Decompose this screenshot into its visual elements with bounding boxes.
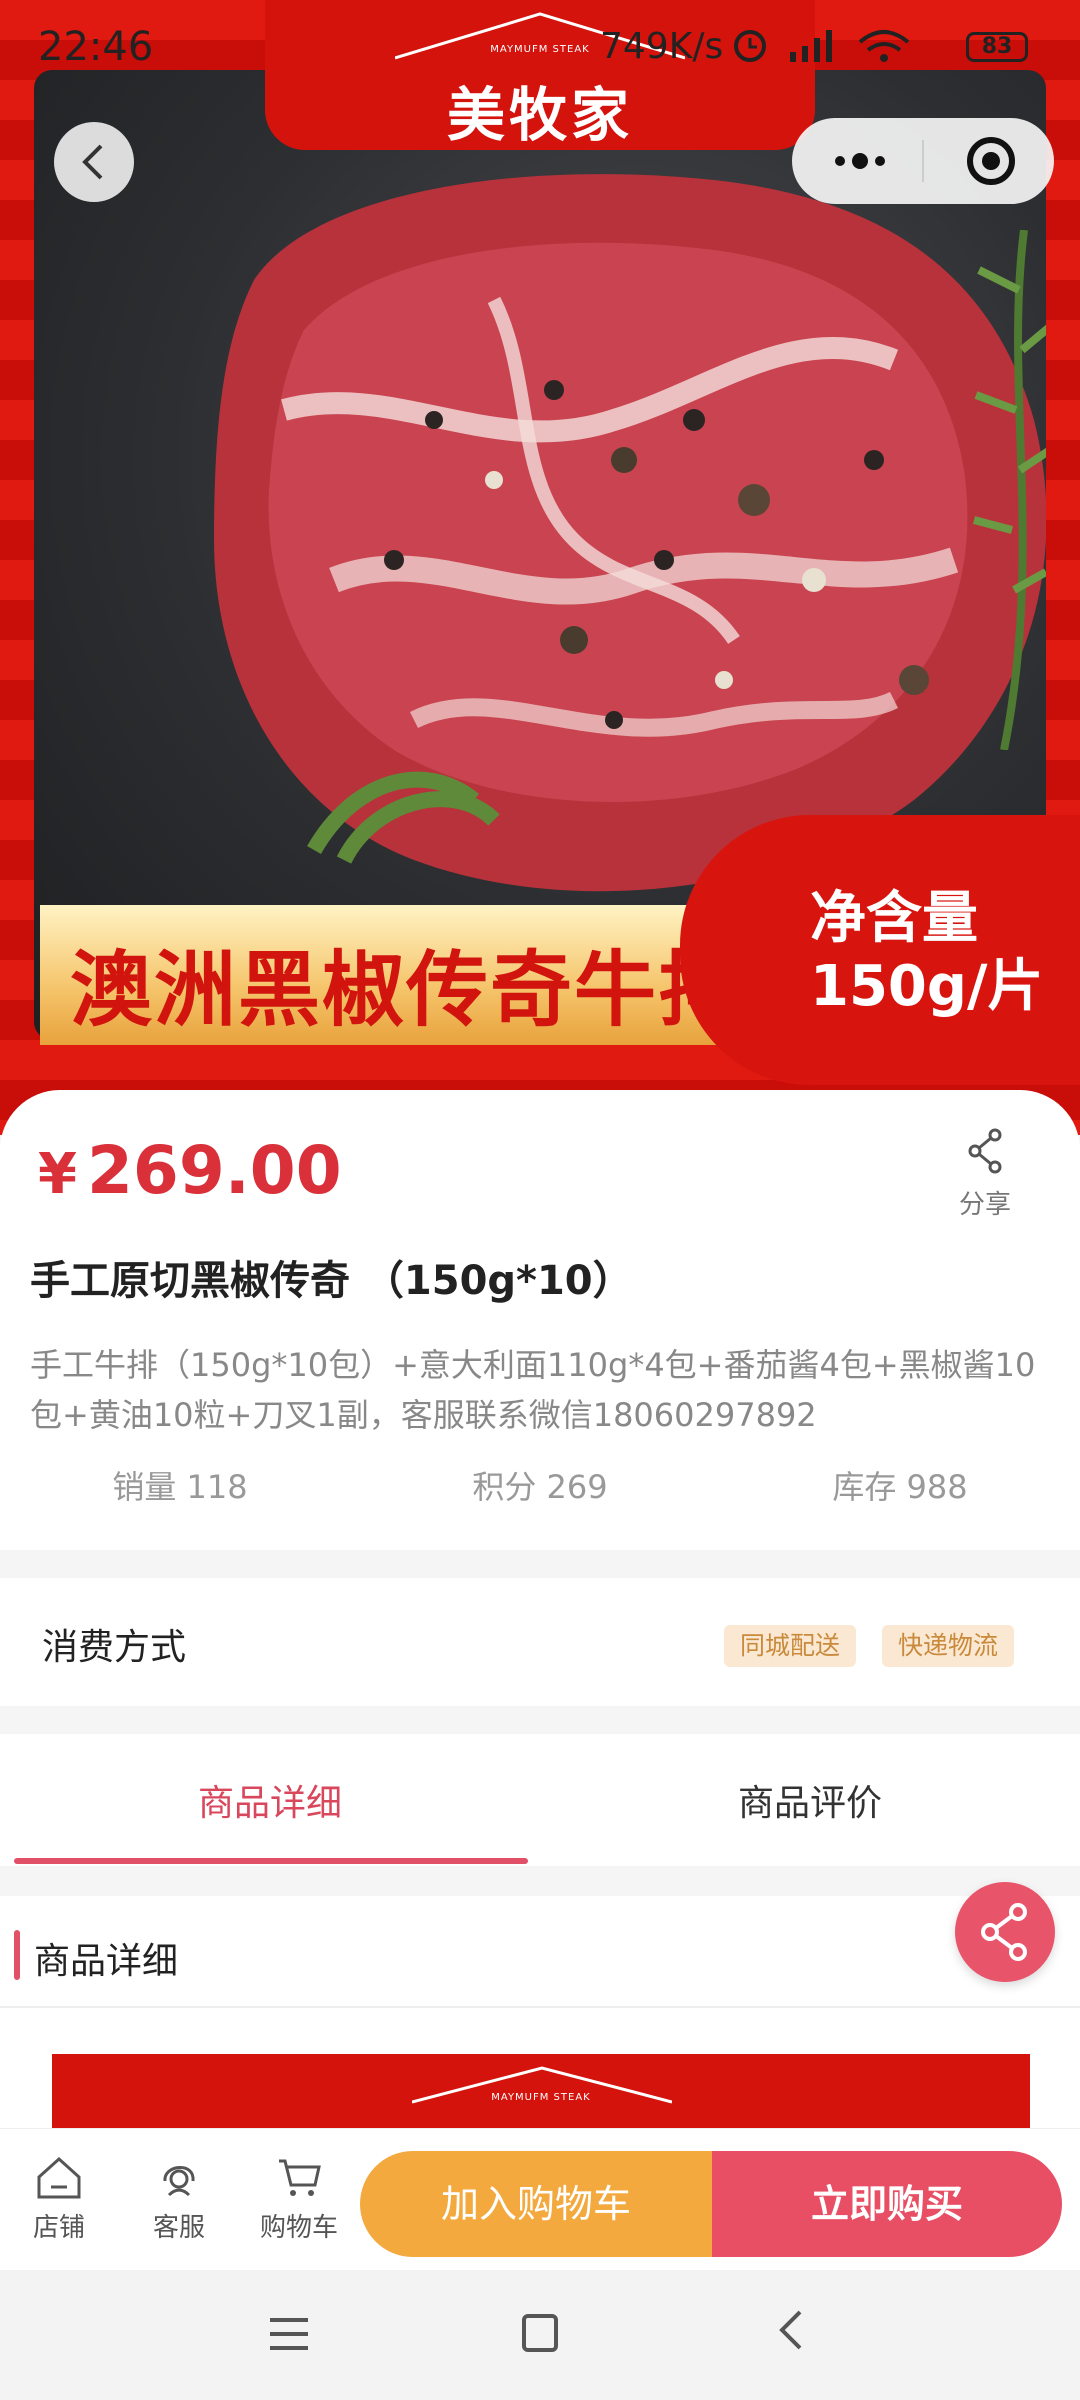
system-back-button[interactable]	[776, 2306, 806, 2366]
active-tab-indicator	[14, 1858, 528, 1864]
service-label: 客服	[152, 2213, 205, 2243]
consumption-method[interactable]: 消费方式 同城配送 快递物流	[0, 1578, 1080, 1706]
floating-share-button[interactable]	[955, 1882, 1055, 1982]
stock-count: 库存 988	[832, 1468, 968, 1506]
detail-image: MAYMUFM STEAK	[52, 2054, 1030, 2134]
banner-title: 澳洲黑椒传奇牛排	[70, 943, 743, 1038]
more-options-button[interactable]	[830, 136, 890, 196]
recent-apps-button[interactable]	[270, 2318, 308, 2350]
product-stats: 销量 118 积分 269 库存 988	[0, 1462, 1080, 1508]
cart-label: 购物车	[259, 2213, 338, 2243]
customer-service-button[interactable]: 客服	[134, 2155, 224, 2244]
store-icon	[37, 2156, 81, 2199]
product-description: 手工牛排（150g*10包）+意大利面110g*4包+番茄酱4包+黑椒酱10包+…	[30, 1346, 1036, 1434]
banner-ribbon: 澳洲黑椒传奇牛排	[40, 905, 740, 1045]
bottom-action-bar: 店铺 客服 购物车 加入购物车 立即购买	[0, 2128, 1080, 2270]
share-icon	[981, 1903, 1027, 1961]
detail-section-header: 商品详细	[0, 1896, 1080, 2008]
product-title: 手工原切黑椒传奇 （150g*10）	[30, 1258, 633, 1304]
tag-local-delivery: 同城配送	[724, 1625, 857, 1667]
system-navigation-bar	[0, 2270, 1080, 2400]
net-content-badge: 净含量 150g/片	[680, 815, 1080, 1085]
close-mini-program-button[interactable]	[967, 137, 1015, 185]
cart-icon	[279, 2159, 321, 2196]
network-speed: 749K/s	[600, 26, 724, 67]
rosemary-illustration	[972, 230, 1046, 750]
back-button[interactable]	[54, 122, 134, 202]
mini-program-capsule	[792, 118, 1054, 204]
net-content-label: 净含量	[810, 886, 978, 951]
product-page: 澳洲黑椒传奇牛排 净含量 150g/片 MAYMUFM STEAK 美牧家 22…	[0, 0, 1080, 2400]
buy-now-button[interactable]: 立即购买	[712, 2151, 1062, 2257]
home-button[interactable]	[522, 2314, 558, 2352]
share-icon	[968, 1128, 1002, 1174]
share-button[interactable]: 分享	[950, 1128, 1020, 1221]
status-bar: 22:46 749K/s 83	[0, 0, 1080, 95]
section-accent-bar	[14, 1930, 20, 1980]
price-value: 269.00	[86, 1132, 342, 1209]
price: ¥269.00	[38, 1132, 342, 1209]
more-dots-icon	[835, 153, 885, 169]
signal-wifi-alarm-icon	[734, 30, 910, 62]
steak-illustration	[214, 174, 1046, 892]
tab-reviews[interactable]: 商品评价	[540, 1774, 1080, 1826]
tag-express-shipping: 快递物流	[882, 1625, 1015, 1667]
status-icons	[730, 26, 970, 75]
net-content-value: 150g/片	[810, 954, 1044, 1019]
chevron-left-icon	[82, 144, 103, 180]
capsule-divider	[922, 140, 924, 182]
product-info-card: ¥269.00 分享 手工原切黑椒传奇 （150g*10） 手工牛排（150g*…	[0, 1090, 1080, 1550]
sales-count: 销量 118	[112, 1468, 248, 1506]
detail-image-brand: MAYMUFM STEAK	[491, 2092, 591, 2103]
chevron-left-icon	[779, 2310, 802, 2350]
currency-symbol: ¥	[38, 1142, 77, 1207]
consumption-label: 消费方式	[42, 1627, 187, 1668]
detail-content: MAYMUFM STEAK	[0, 2008, 1080, 2134]
detail-section-title: 商品详细	[34, 1941, 179, 1982]
share-label: 分享	[958, 1190, 1011, 1220]
store-label: 店铺	[32, 2213, 85, 2243]
add-to-cart-button[interactable]: 加入购物车	[360, 2151, 712, 2257]
points-count: 积分 269	[472, 1468, 608, 1506]
store-button[interactable]: 店铺	[14, 2155, 104, 2244]
headset-icon	[163, 2166, 195, 2197]
battery-indicator: 83	[966, 32, 1028, 62]
detail-tabs: 商品详细 商品评价	[0, 1734, 1080, 1866]
status-time: 22:46	[38, 24, 154, 70]
cart-button[interactable]: 购物车	[254, 2155, 344, 2244]
tab-details[interactable]: 商品详细	[0, 1774, 540, 1826]
